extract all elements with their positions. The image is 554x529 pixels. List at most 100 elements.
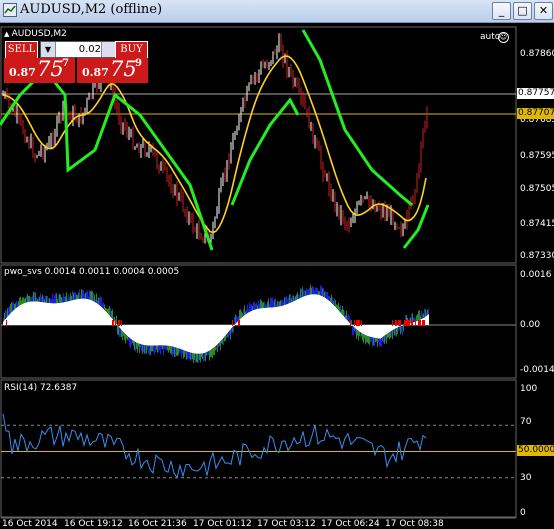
- pwo-indicator-label: pwo_svs 0.0014 0.0011 0.0004 0.0005: [4, 267, 180, 277]
- pwo-bar: [231, 325, 232, 329]
- pwo-bar: [100, 306, 101, 325]
- pwo-edge: [275, 297, 276, 307]
- pwo-edge: [356, 329, 357, 340]
- buy-quote[interactable]: 0.87 75 9: [77, 57, 148, 83]
- pwo-edge: [374, 337, 375, 347]
- pwo-edge: [401, 325, 402, 333]
- pwo-edge: [286, 295, 287, 305]
- pwo-edge: [299, 294, 300, 299]
- pwo-bar: [161, 325, 162, 346]
- pwo-bar: [378, 325, 379, 339]
- pwo-edge: [199, 353, 200, 361]
- pwo-bar: [338, 310, 339, 325]
- pwo-bar: [206, 325, 207, 353]
- pwo-edge: [418, 310, 419, 321]
- pwo-edge: [14, 303, 15, 310]
- pwo-bar: [220, 325, 221, 342]
- pwo-edge: [361, 332, 362, 337]
- pwo-edge: [206, 352, 207, 356]
- pwo-edge: [216, 345, 217, 351]
- pwo-bar: [333, 304, 334, 325]
- pwo-bar: [77, 299, 78, 325]
- pwo-bar: [5, 318, 6, 325]
- pwo-bar: [259, 308, 260, 325]
- pwo-bar: [105, 310, 106, 325]
- pwo-edge: [104, 304, 105, 310]
- maximize-button[interactable]: □: [513, 2, 532, 20]
- pwo-bar: [286, 304, 287, 325]
- pwo-bar: [106, 311, 107, 325]
- pwo-bar: [60, 302, 61, 325]
- pwo-bar: [136, 325, 137, 343]
- pwo-edge: [240, 309, 241, 319]
- pwo-red: [408, 320, 409, 326]
- pwo-bar: [276, 306, 277, 325]
- pwo-edge: [281, 299, 282, 306]
- pwo-bar: [145, 325, 146, 346]
- price-tick: 0.87860: [520, 49, 554, 59]
- pwo-edge: [253, 302, 254, 311]
- pwo-edge: [398, 327, 399, 331]
- rsi-level-label: 50.0000: [517, 445, 554, 456]
- pwo-bar: [304, 296, 305, 325]
- pwo-edge: [124, 333, 125, 341]
- pwo-bar: [107, 313, 108, 325]
- pwo-edge: [25, 297, 26, 303]
- minimize-button[interactable]: _: [492, 2, 511, 20]
- pwo-bar: [98, 304, 99, 325]
- pwo-edge: [344, 311, 345, 318]
- pwo-edge: [249, 302, 250, 312]
- pwo-bar: [125, 325, 126, 335]
- pwo-edge: [184, 350, 185, 358]
- pwo-red: [420, 320, 421, 326]
- pwo-edge: [245, 311, 246, 315]
- pwo-bar: [84, 298, 85, 325]
- pwo-edge: [339, 307, 340, 312]
- pwo-bar: [11, 312, 12, 325]
- pwo-edge: [64, 296, 65, 303]
- close-button[interactable]: ✕: [534, 2, 553, 20]
- pwo-bar: [157, 325, 158, 346]
- lot-value[interactable]: 0.02: [79, 42, 101, 57]
- pwo-tick: -0.0014: [520, 365, 554, 375]
- pwo-bar: [236, 322, 237, 325]
- pwo-bar: [18, 306, 19, 325]
- pwo-edge: [233, 326, 234, 334]
- sell-quote[interactable]: 0.87 75 7: [4, 57, 75, 83]
- sell-button[interactable]: SELL: [5, 41, 38, 59]
- pwo-edge: [102, 303, 103, 308]
- pwo-edge: [271, 297, 272, 308]
- pwo-edge: [147, 345, 148, 350]
- pwo-edge: [424, 308, 425, 318]
- pwo-edge: [333, 300, 334, 305]
- pwo-bar: [175, 325, 176, 348]
- pwo-edge: [340, 304, 341, 313]
- pwo-edge: [70, 293, 71, 301]
- pwo-edge: [91, 290, 92, 301]
- pwo-bar: [289, 303, 290, 325]
- pwo-edge: [392, 330, 393, 340]
- lot-size-field[interactable]: ▼ 0.02: [40, 41, 116, 58]
- pwo-edge: [73, 292, 74, 300]
- time-tick: 17 Oct 01:12: [193, 519, 252, 529]
- chevron-down-icon[interactable]: ▼: [41, 42, 56, 57]
- pwo-edge: [399, 326, 400, 330]
- pwo-edge: [364, 334, 365, 339]
- pwo-edge: [390, 331, 391, 338]
- pwo-bar: [264, 307, 265, 325]
- pwo-bar: [401, 325, 402, 326]
- pwo-bar: [148, 325, 149, 346]
- pwo-bar: [198, 325, 199, 354]
- pwo-red: [424, 320, 425, 326]
- pwo-bar: [151, 325, 152, 346]
- pwo-bar: [319, 295, 320, 325]
- pwo-bar: [213, 325, 214, 348]
- pwo-edge: [212, 348, 213, 359]
- pwo-bar: [272, 307, 273, 325]
- pwo-bar: [201, 325, 202, 354]
- pwo-bar: [120, 325, 121, 329]
- pwo-edge: [225, 335, 226, 341]
- pwo-edge: [396, 328, 397, 337]
- lot-spinner[interactable]: [101, 42, 115, 57]
- pwo-bar: [382, 325, 383, 338]
